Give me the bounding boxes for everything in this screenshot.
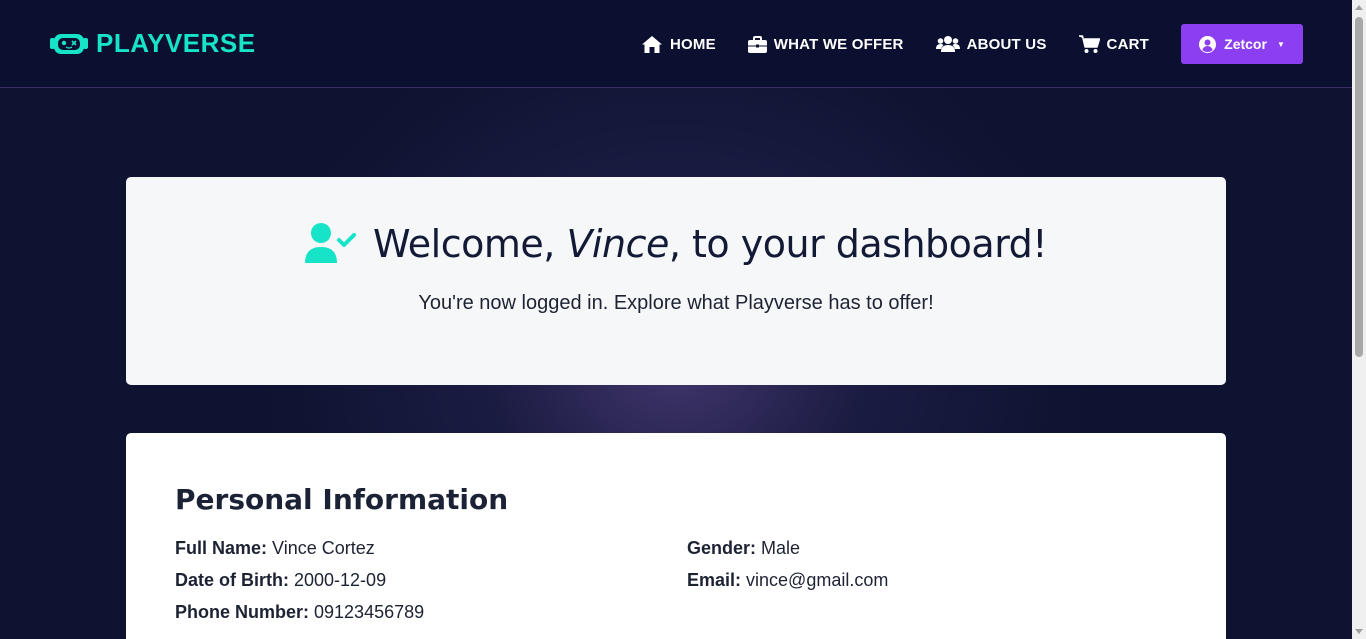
users-icon <box>935 36 960 52</box>
chevron-down-icon: ▼ <box>1276 39 1285 49</box>
field-phone-number: Phone Number: 09123456789 <box>175 602 425 622</box>
brand-name: PLAYVERSE <box>96 27 256 58</box>
welcome-subtitle: You're now logged in. Explore what Playv… <box>418 292 934 314</box>
welcome-card: Welcome, Vince, to your dashboard! You'r… <box>126 177 1226 385</box>
personal-info-title: Personal Information <box>175 483 509 516</box>
briefcase-icon <box>747 35 767 53</box>
nav-home-label: HOME <box>669 35 716 53</box>
scroll-down-arrow-icon[interactable] <box>1355 629 1363 634</box>
nav-cart-label: CART <box>1106 35 1149 53</box>
robot-icon <box>50 34 88 54</box>
scroll-up-arrow-icon[interactable] <box>1355 5 1363 10</box>
field-email: Email: vince@gmail.com <box>687 570 889 590</box>
nav-about-us-label: ABOUT US <box>966 35 1047 53</box>
navbar: PLAYVERSE HOME WHAT WE OFFER ABOUT US CA… <box>0 0 1352 88</box>
nav-what-we-offer[interactable]: WHAT WE OFFER <box>747 35 904 53</box>
user-circle-icon <box>1199 35 1217 53</box>
page-title: Welcome, Vince, to your dashboard! <box>372 222 1048 266</box>
main-nav: HOME WHAT WE OFFER ABOUT US CART Zetcor … <box>641 24 1303 64</box>
field-gender: Gender: Male <box>687 538 801 558</box>
personal-info-card: Personal Information Full Name: Vince Co… <box>126 433 1226 639</box>
home-icon <box>641 35 662 53</box>
welcome-header: Welcome, Vince, to your dashboard! <box>126 222 1226 266</box>
user-first-name: Vince <box>566 222 669 266</box>
user-check-icon <box>304 223 356 263</box>
brand-logo[interactable]: PLAYVERSE <box>50 26 256 60</box>
field-date-of-birth: Date of Birth: 2000-12-09 <box>175 570 387 590</box>
nav-home[interactable]: HOME <box>641 35 716 54</box>
nav-cart[interactable]: CART <box>1078 34 1149 54</box>
user-menu-button[interactable]: Zetcor ▼ <box>1181 24 1303 64</box>
nav-about-us[interactable]: ABOUT US <box>935 35 1047 53</box>
page-scrollbar[interactable] <box>1352 0 1366 639</box>
field-full-name: Full Name: Vince Cortez <box>175 538 375 558</box>
scrollbar-thumb[interactable] <box>1355 17 1363 357</box>
cart-icon <box>1078 34 1100 53</box>
user-menu-label: Zetcor <box>1224 36 1267 52</box>
nav-what-we-offer-label: WHAT WE OFFER <box>773 35 904 53</box>
